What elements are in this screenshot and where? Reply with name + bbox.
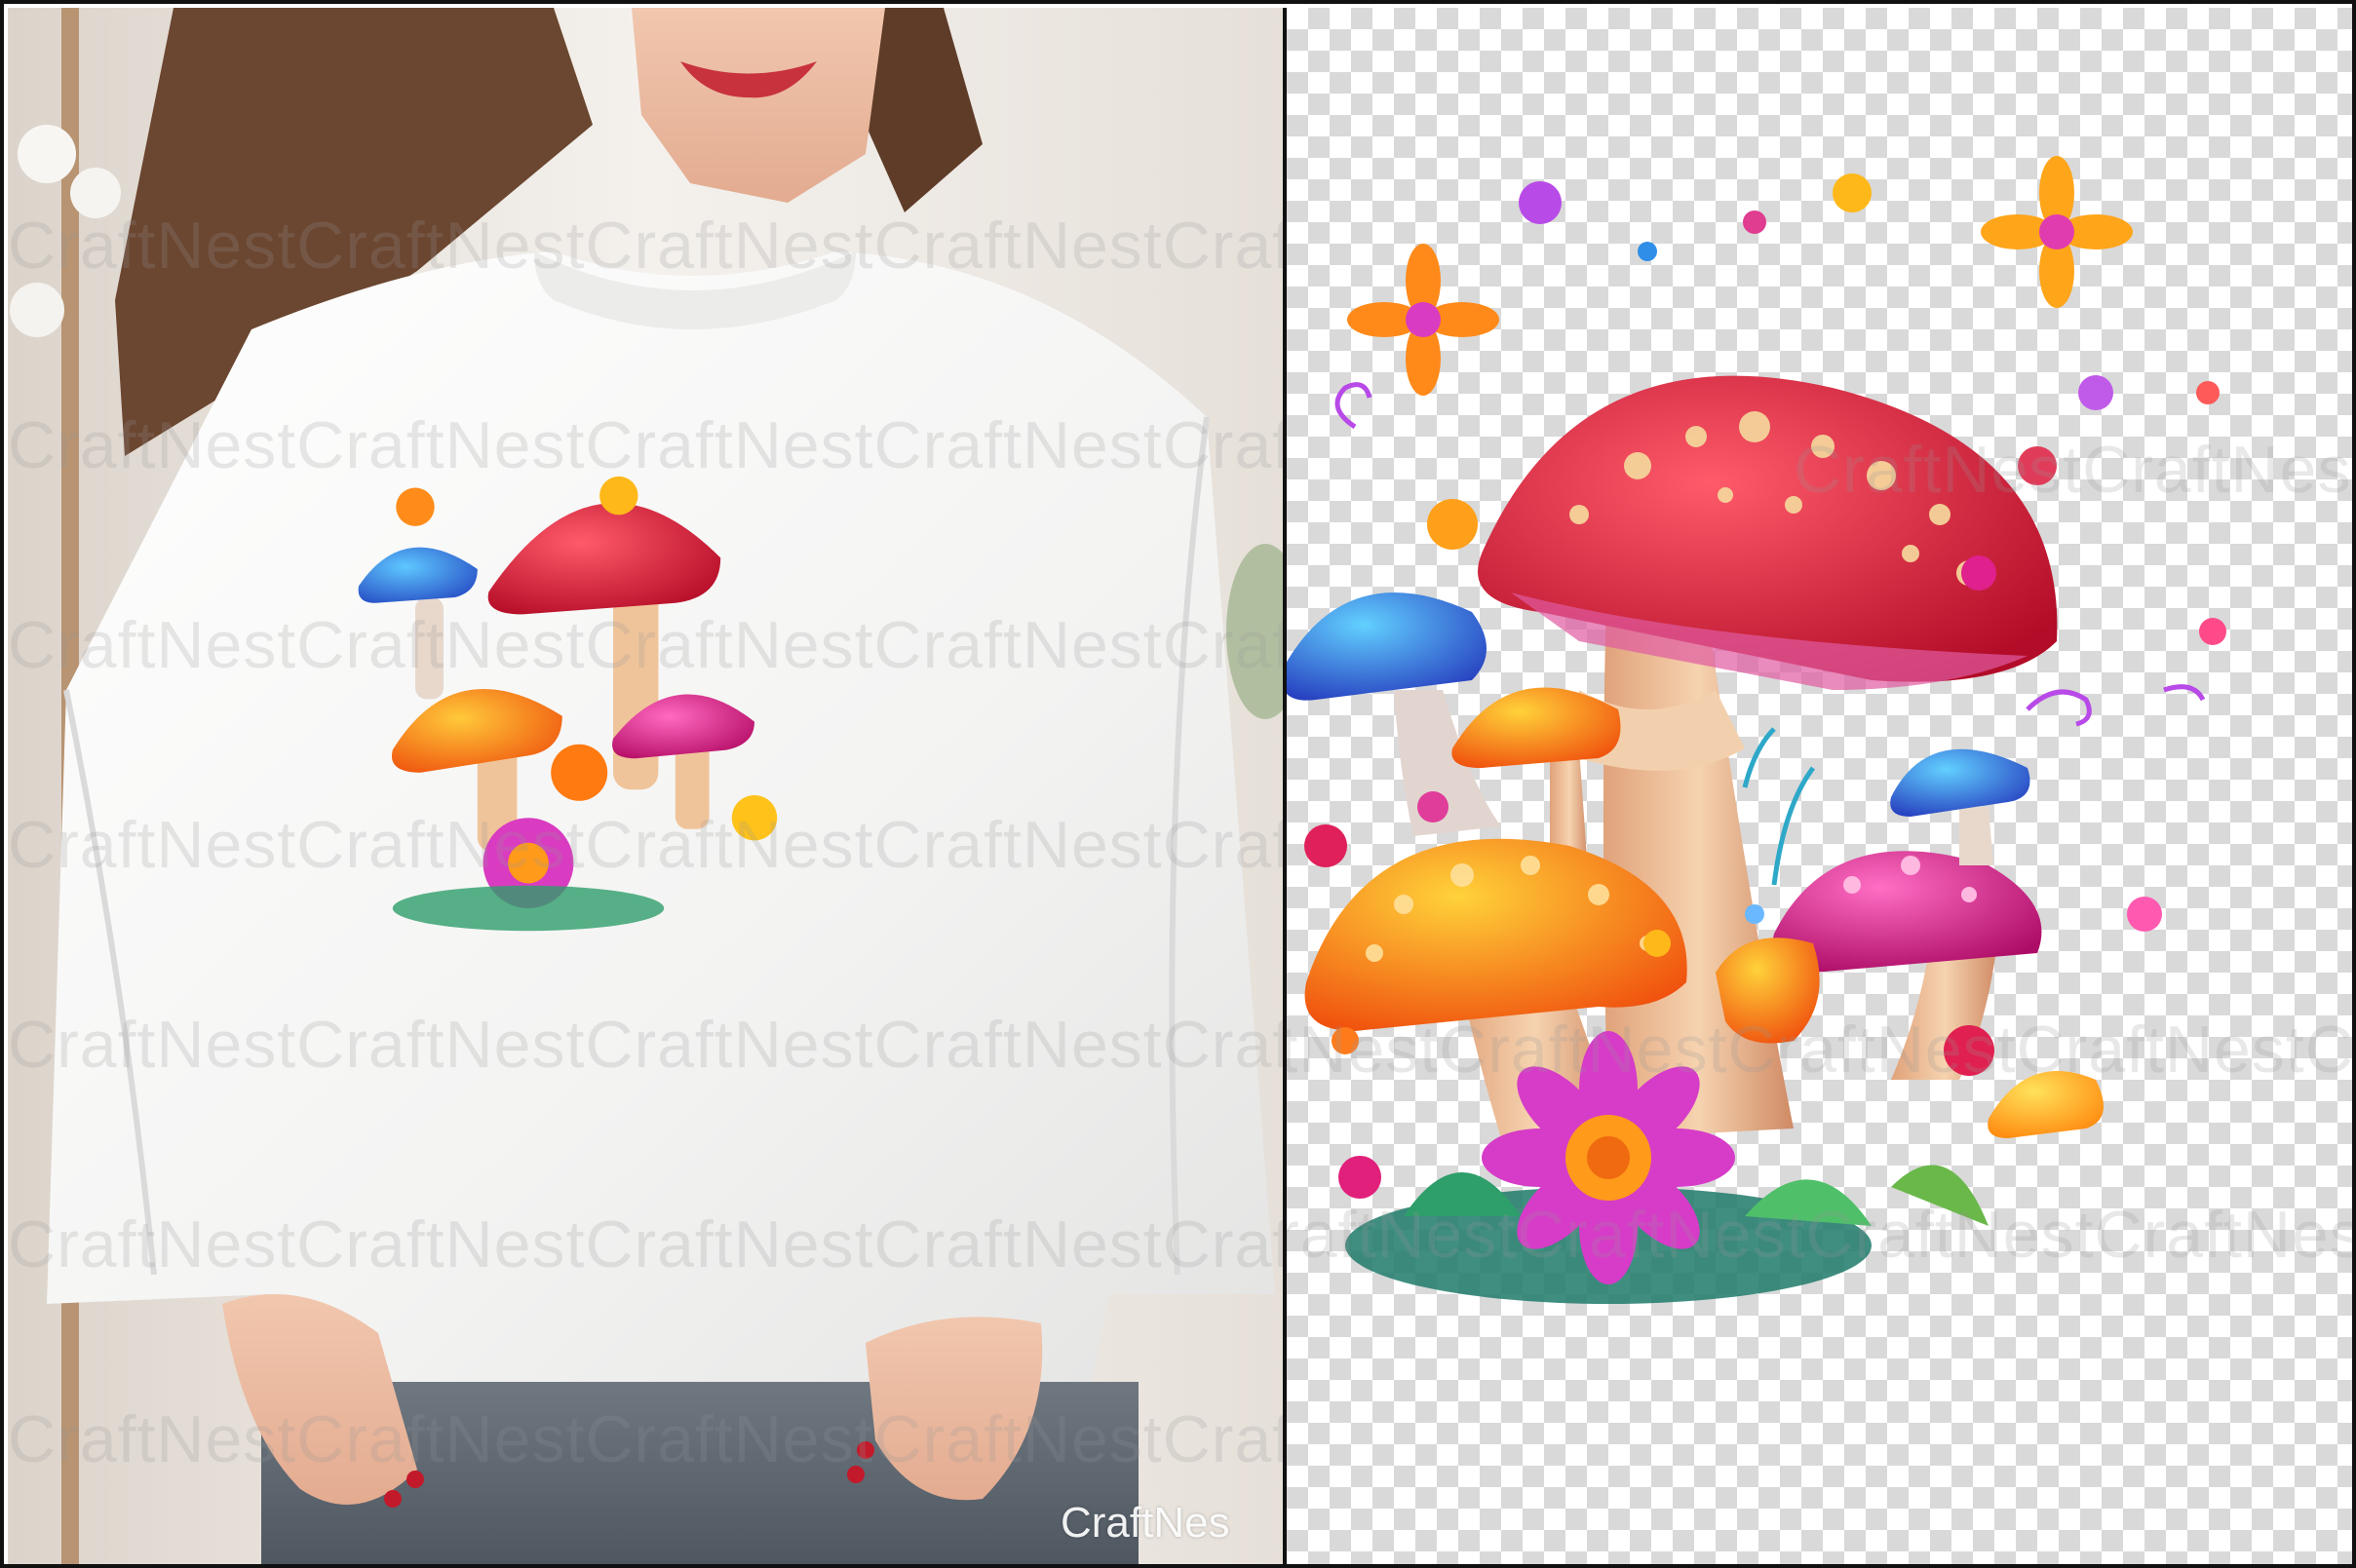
- watermark-row: CraftNestCraftNestCraftNestCraftNestCraf…: [8, 1207, 1283, 1281]
- watermark-row: CraftNestCraftNestCraftNestCraftNestCraf…: [8, 209, 1283, 283]
- mockup-photo-panel: CraftNestCraftNestCraftNestCraftNestCraf…: [8, 8, 1283, 1564]
- watermark-row: CraftNestCraftNestCraftNestCraftNestCraf…: [8, 1402, 1283, 1476]
- watermark-row: CraftNestCraftNestCraftNestCraftNestCraf…: [1287, 1198, 2356, 1272]
- watermark-corner: CraftNes: [1061, 1499, 1230, 1547]
- mushroom-artwork: [1287, 156, 2226, 1304]
- watermark-row: CraftNestCraftNestCraftNestCraftNestCraf…: [1794, 433, 2352, 507]
- watermark-row: CraftNestCraftNestCraftNestCraftNestCraf…: [8, 608, 1283, 682]
- watermark-row: CraftNestCraftNestCraftNestCraftNestCraf…: [8, 1008, 1283, 1082]
- watermark-row: CraftNestCraftNestCraftNestCraftNestCraf…: [8, 808, 1283, 882]
- watermark-row: CraftNestCraftNestCraftNestCraftNestCraf…: [8, 408, 1283, 482]
- watermark-row: CraftNestCraftNestCraftNestCraftNestCraf…: [1287, 1013, 2354, 1087]
- transparent-preview-panel: CraftNestCraftNestCraftNestCraftNestCraf…: [1287, 8, 2356, 1564]
- image-frame: CraftNestCraftNestCraftNestCraftNestCraf…: [0, 0, 2356, 1568]
